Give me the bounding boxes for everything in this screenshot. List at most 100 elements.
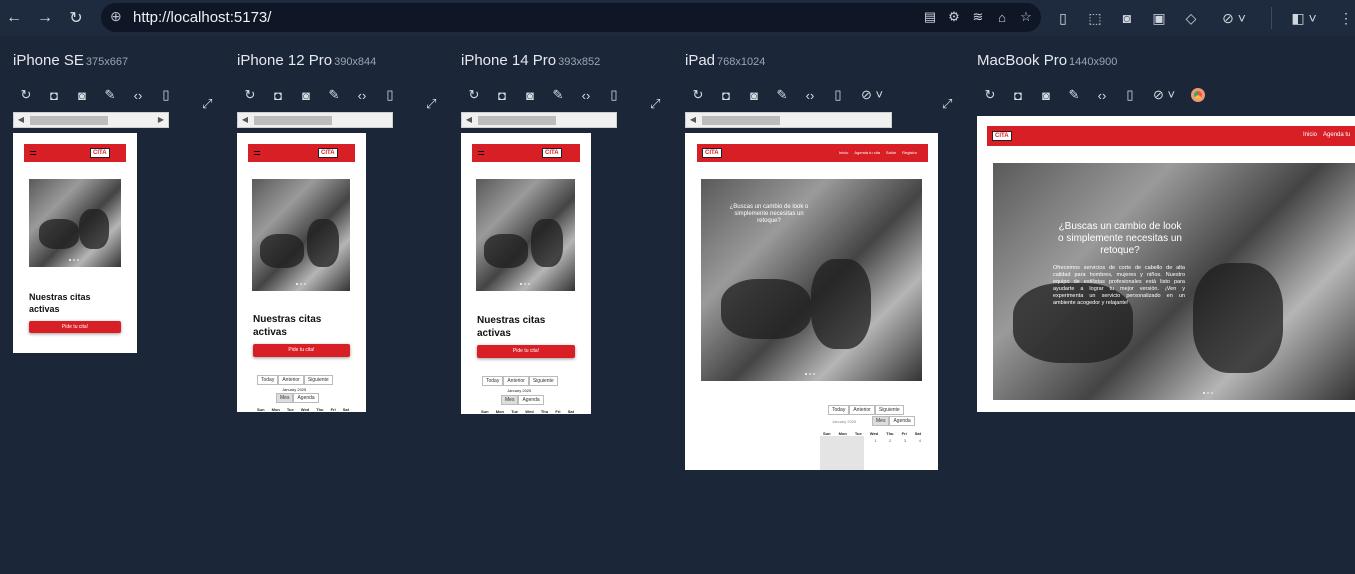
forward-icon[interactable]: →	[35, 8, 55, 28]
camera-icon[interactable]: ◙	[1037, 86, 1055, 104]
camera-icon[interactable]: ◙	[521, 86, 539, 104]
eye-off-icon[interactable]: ⊘ ˅	[1216, 8, 1252, 28]
hero-image	[252, 179, 350, 291]
view-month-button[interactable]: Mes	[276, 393, 294, 403]
chrome-icon[interactable]	[1189, 86, 1207, 104]
rotate-icon[interactable]: ▯	[381, 86, 399, 104]
screenshot-icon[interactable]: ◘	[493, 86, 511, 104]
nav-link-agenda[interactable]: Agenda tu cita	[854, 150, 880, 155]
cursor-icon[interactable]: ⬚	[1085, 8, 1105, 28]
view-agenda-button[interactable]: Agenda	[889, 416, 915, 426]
pick-icon[interactable]: ✎	[325, 86, 343, 104]
scrollbar[interactable]: ◀	[461, 112, 617, 128]
camera-icon[interactable]: ◙	[297, 86, 315, 104]
site-logo[interactable]: CITA	[992, 131, 1012, 141]
browser-toolbar: ← → ↻ ⊕ http://localhost:5173/ ▤ ⚙ ≋ ⌂ ☆…	[0, 0, 1355, 36]
rotate-icon[interactable]: ▯	[605, 86, 623, 104]
site-logo[interactable]: CITA	[90, 148, 110, 158]
calendar-next-button[interactable]: Siguiente	[528, 376, 558, 386]
panel-icon[interactable]: ◧ ˅	[1286, 8, 1322, 28]
hamburger-icon[interactable]	[478, 151, 484, 155]
home-icon[interactable]: ⌂	[995, 9, 1009, 25]
nav-link-agenda[interactable]: Agenda tu	[1323, 132, 1350, 138]
expand-icon[interactable]: ⤢	[942, 96, 958, 112]
screenshot-icon[interactable]: ◘	[1009, 86, 1027, 104]
calendar-prev-button[interactable]: Anterior	[278, 375, 304, 385]
code-icon[interactable]: ‹›	[353, 86, 371, 104]
star-icon[interactable]: ☆	[1019, 9, 1033, 25]
device-title: MacBook Pro 1440x900	[977, 52, 1118, 69]
translate-icon[interactable]: ⚙	[947, 9, 961, 25]
camera-icon[interactable]: ◙	[1117, 8, 1137, 28]
toolbar-divider	[1271, 7, 1272, 29]
code-icon[interactable]: ‹›	[801, 86, 819, 104]
rotate-icon[interactable]: ▯	[1121, 86, 1139, 104]
url-text[interactable]: http://localhost:5173/	[133, 9, 271, 26]
pick-icon[interactable]: ✎	[101, 86, 119, 104]
scrollbar[interactable]: ◀	[237, 112, 393, 128]
view-agenda-button[interactable]: Agenda	[293, 393, 319, 403]
calendar-today-button[interactable]: Today	[482, 376, 504, 386]
scrollbar[interactable]: ◀ ▶	[13, 112, 169, 128]
responsive-icon[interactable]: ▯	[1053, 8, 1073, 28]
eye-off-icon[interactable]: ⊘ ˅	[1149, 86, 1179, 104]
site-logo[interactable]: CITA	[542, 148, 562, 158]
calendar-prev-button[interactable]: Anterior	[849, 405, 875, 415]
nav-link-registro[interactable]: Registro	[902, 150, 917, 155]
code-icon[interactable]: ‹›	[129, 86, 147, 104]
address-bar[interactable]: ⊕ http://localhost:5173/ ▤ ⚙ ≋ ⌂ ☆	[101, 3, 1041, 32]
calendar-next-button[interactable]: Siguiente	[874, 405, 904, 415]
reload-icon[interactable]: ↻	[981, 86, 999, 104]
rotate-icon[interactable]: ▯	[829, 86, 847, 104]
calendar-today-button[interactable]: Today	[257, 375, 279, 385]
calendar-prev-button[interactable]: Anterior	[503, 376, 529, 386]
calendar-next-button[interactable]: Siguiente	[303, 375, 333, 385]
camera-icon[interactable]: ◙	[73, 86, 91, 104]
site-navbar: CITA Inicio Agenda tu	[987, 126, 1355, 146]
reload-icon[interactable]: ↻	[241, 86, 259, 104]
reload-icon[interactable]: ↻	[17, 86, 35, 104]
expand-icon[interactable]: ⤢	[426, 96, 442, 112]
cta-button[interactable]: Pide tu cita!	[29, 321, 121, 333]
eye-off-icon[interactable]: ⊘ ˅	[857, 86, 887, 104]
expand-icon[interactable]: ⤢	[202, 96, 218, 112]
code-icon[interactable]: ‹›	[1093, 86, 1111, 104]
cta-button[interactable]: Pide tu cita!	[253, 344, 350, 357]
view-month-button[interactable]: Mes	[872, 416, 890, 426]
hamburger-icon[interactable]	[254, 151, 260, 155]
reload-icon[interactable]: ↻	[465, 86, 483, 104]
camera-icon[interactable]: ◙	[745, 86, 763, 104]
document-icon[interactable]: ▣	[1149, 8, 1169, 28]
device-title: iPhone SE 375x667	[13, 52, 129, 69]
layers-icon[interactable]: ◇	[1181, 8, 1201, 28]
back-icon[interactable]: ←	[4, 8, 24, 28]
site-logo[interactable]: CITA	[318, 148, 338, 158]
screenshot-icon[interactable]: ◘	[269, 86, 287, 104]
view-agenda-button[interactable]: Agenda	[518, 395, 544, 405]
expand-icon[interactable]: ⤢	[650, 96, 666, 112]
view-month-button[interactable]: Mes	[501, 395, 519, 405]
menu-icon[interactable]: ⋮	[1339, 8, 1353, 28]
card-title: Nuestras citas activas	[253, 314, 322, 338]
scrollbar[interactable]: ◀	[685, 112, 892, 128]
nav-link-salon[interactable]: Salón	[886, 150, 896, 155]
screenshot-icon[interactable]: ◘	[717, 86, 735, 104]
nav-link-inicio[interactable]: Inicio	[839, 150, 848, 155]
reload-icon[interactable]: ↻	[689, 86, 707, 104]
rotate-icon[interactable]: ▯	[157, 86, 175, 104]
calendar-today-button[interactable]: Today	[828, 405, 850, 415]
pick-icon[interactable]: ✎	[1065, 86, 1083, 104]
screenshot-icon[interactable]: ◘	[45, 86, 63, 104]
site-logo[interactable]: CITA	[702, 148, 722, 158]
cta-button[interactable]: Pide tu cita!	[477, 345, 575, 358]
wifi-icon[interactable]: ≋	[971, 9, 985, 25]
pick-icon[interactable]: ✎	[773, 86, 791, 104]
hamburger-icon[interactable]	[30, 151, 36, 155]
code-icon[interactable]: ‹›	[577, 86, 595, 104]
calendar-offrange-cells	[820, 436, 864, 470]
nav-link-inicio[interactable]: Inicio	[1303, 132, 1317, 138]
device-macbook-pro: MacBook Pro 1440x900 ↻ ◘ ◙ ✎ ‹› ▯ ⊘ ˅	[977, 52, 1205, 103]
reload-icon[interactable]: ↻	[66, 8, 86, 28]
database-icon[interactable]: ▤	[923, 9, 937, 25]
pick-icon[interactable]: ✎	[549, 86, 567, 104]
